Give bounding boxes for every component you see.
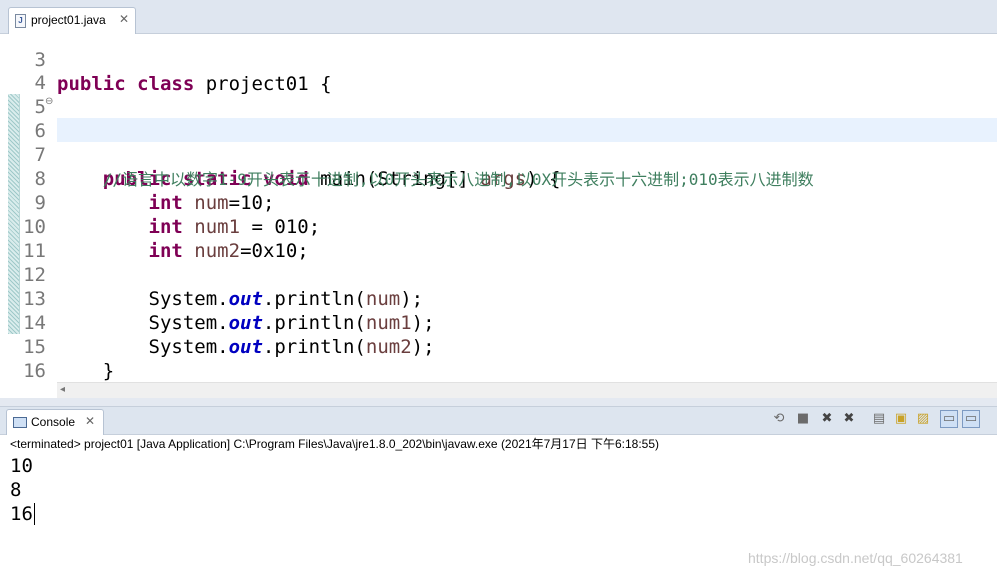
- terminate-icon[interactable]: ■: [794, 410, 812, 428]
- code-line: 4: [0, 47, 997, 94]
- clear-console-icon[interactable]: ⟲: [770, 410, 788, 428]
- remove-all-terminated-icon[interactable]: ✖: [840, 410, 858, 428]
- console-tab[interactable]: Console ✕: [6, 409, 104, 435]
- code-editor[interactable]: 3 public class project01 { 4 5 6 ⊖ publi…: [0, 34, 997, 382]
- java-file-icon: J: [15, 14, 26, 28]
- display-selected-console-icon[interactable]: ▨: [914, 410, 932, 428]
- console-output-line: 10: [10, 455, 33, 477]
- code-line: 6 ⊖ public static void main(String[] arg…: [0, 95, 997, 190]
- code-line: 15 }: [0, 311, 997, 382]
- editor-tab-project01[interactable]: J project01.java ✕: [8, 7, 136, 34]
- code-line: 3 public class project01 {: [0, 34, 997, 95]
- code-line: 9 int num1 = 010;: [0, 167, 997, 238]
- console-icon: [13, 417, 27, 428]
- code-line: 8 int num=10;: [0, 143, 997, 214]
- scroll-left-icon[interactable]: ◂: [60, 384, 65, 395]
- code-line: 16 }: [0, 335, 997, 382]
- pin-console-icon[interactable]: ▣: [892, 410, 910, 428]
- show-console-on-output-icon[interactable]: ▭: [940, 410, 958, 428]
- console-tab-bar: Console ✕ ⟲ ■ ✖ ✖ ▤ ▣ ▨ ▭ ▭: [0, 406, 997, 435]
- console-output-line: 8: [10, 479, 22, 501]
- code-line: 13 System.out.println(num1);: [0, 263, 997, 334]
- remove-launch-icon[interactable]: ✖: [818, 410, 836, 428]
- horizontal-scrollbar[interactable]: ◂: [57, 382, 997, 399]
- text-caret: [34, 503, 35, 525]
- show-console-on-error-icon[interactable]: ▭: [962, 410, 980, 428]
- code-line: 11: [0, 215, 997, 262]
- editor-border: [0, 398, 997, 406]
- close-icon[interactable]: ✕: [85, 414, 95, 428]
- scroll-lock-icon[interactable]: ▤: [870, 410, 888, 428]
- console-output-line: 16: [10, 503, 33, 525]
- watermark: https://blog.csdn.net/qq_60264381: [748, 550, 963, 566]
- editor-tab-label: project01.java: [31, 13, 106, 27]
- code-line: 10 int num2=0x10;: [0, 191, 997, 262]
- fold-toggle-icon[interactable]: ⊖: [45, 96, 53, 107]
- console-tab-label: Console: [31, 415, 76, 429]
- code-line: 12 System.out.println(num);: [0, 239, 997, 310]
- close-icon[interactable]: ✕: [119, 12, 129, 26]
- code-line: 5: [0, 71, 997, 118]
- code-line: 17: [0, 359, 997, 382]
- editor-tab-bar: J project01.java ✕: [0, 0, 997, 34]
- code-line: 7 //语言中以数字1-9开头表示十进制,以0开头表示八进制,以0X开头表示十六…: [0, 119, 997, 189]
- terminated-status: <terminated> project01 [Java Application…: [10, 437, 660, 451]
- code-line: 14 System.out.println(num2);: [0, 287, 997, 358]
